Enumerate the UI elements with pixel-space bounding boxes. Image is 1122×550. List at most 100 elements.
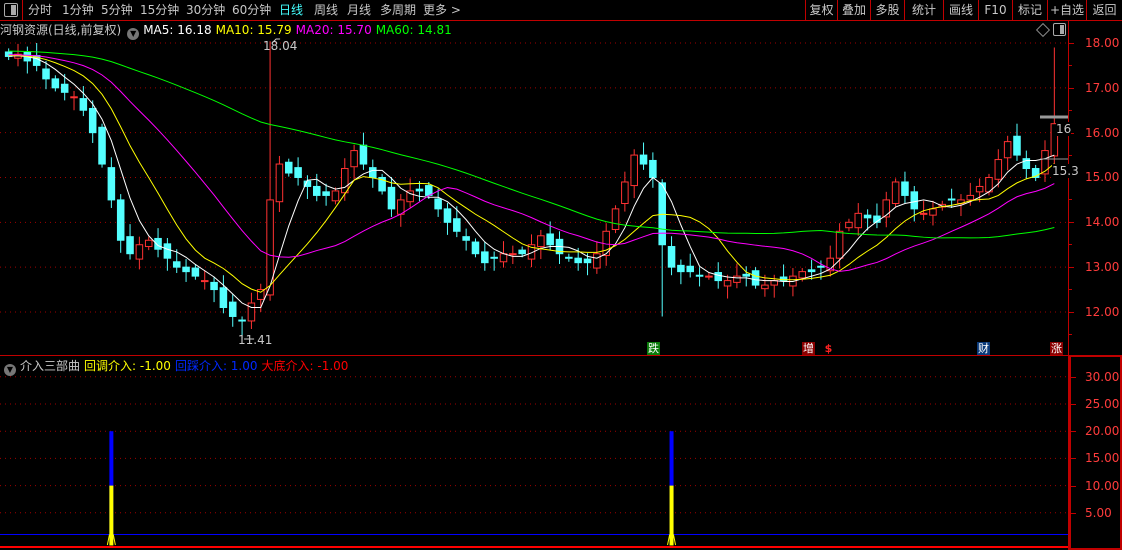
- indicator-tick-label: 30.00: [1085, 369, 1120, 384]
- candle-body: [350, 150, 358, 168]
- candle-body: [200, 280, 209, 283]
- candle-body: [714, 272, 722, 282]
- candle-body: [751, 270, 760, 286]
- ma60-line: [8, 50, 1055, 239]
- candle-body: [1041, 150, 1049, 175]
- candle-body: [415, 188, 424, 192]
- price-tick-label: 17.00: [1085, 80, 1120, 95]
- indicator-tick: [1071, 431, 1076, 433]
- indicator-axis: 30.00 25.00 20.00 15.00 10.00 5.00: [1069, 355, 1122, 550]
- candle-body: [331, 190, 340, 202]
- candle-body: [266, 199, 274, 296]
- candle-body: [341, 168, 349, 194]
- indicator-tick-label: 25.00: [1085, 397, 1120, 411]
- candle-body: [798, 271, 807, 279]
- price-tick: [1069, 43, 1074, 44]
- price-tick-label: 14.00: [1085, 215, 1120, 230]
- indicator-tick: [1071, 376, 1076, 378]
- candle-body: [630, 154, 638, 187]
- candle-body: [966, 194, 975, 201]
- price-tick-label: 12.00: [1085, 304, 1120, 319]
- candle-body: [228, 301, 237, 317]
- candle-body: [60, 83, 69, 93]
- indicator-tick: [1071, 404, 1076, 405]
- price-tick-label: 18.00: [1085, 36, 1120, 50]
- candle-body: [733, 275, 741, 283]
- candle-body: [994, 159, 1003, 180]
- price-tick-label: 13.00: [1085, 260, 1120, 275]
- series-huitiao: 回调介入: -1.00: [84, 359, 171, 373]
- candle-body: [929, 208, 937, 216]
- candle-body: [144, 239, 153, 248]
- candle-body: [975, 185, 984, 193]
- candle-body: [723, 280, 732, 287]
- candle-body: [835, 230, 844, 259]
- huitiao-bar: [669, 485, 674, 546]
- toolbar-button-8[interactable]: 返回: [1086, 0, 1122, 20]
- candle-body: [742, 273, 751, 277]
- panel-divider[interactable]: [0, 355, 1070, 356]
- price-tick: [1069, 267, 1074, 269]
- candle-body: [1003, 141, 1012, 159]
- indicator-tick: [1071, 458, 1076, 460]
- candle-body: [882, 199, 891, 218]
- marker-dollar[interactable]: $: [822, 342, 835, 355]
- price-minor-tick: [1069, 333, 1072, 335]
- candle-body: [443, 208, 452, 223]
- candle-body: [462, 236, 470, 241]
- candle-body: [163, 243, 172, 259]
- candle-body: [247, 302, 256, 322]
- candle-body: [70, 96, 78, 99]
- indicator-tick-label: 5.00: [1085, 505, 1112, 520]
- candle-body: [807, 269, 816, 273]
- candle-body: [667, 246, 676, 268]
- price-minor-tick: [1069, 65, 1072, 66]
- candle-body: [219, 287, 228, 308]
- indicator-name: 介入三部曲: [20, 359, 81, 373]
- price-chart[interactable]: [0, 0, 1068, 550]
- candle-body: [863, 214, 872, 219]
- indicator-tick: [1071, 485, 1076, 487]
- candle-body: [453, 218, 461, 232]
- candle-body: [910, 191, 919, 210]
- candle-body: [126, 236, 134, 255]
- candle-body: [537, 235, 545, 248]
- candle-body: [901, 181, 909, 196]
- marker-increase[interactable]: 增: [802, 342, 815, 355]
- price-minor-tick: [1069, 199, 1072, 201]
- candle-body: [649, 159, 657, 178]
- candle-body: [611, 208, 620, 230]
- price-minor-tick: [1069, 154, 1072, 156]
- marker-rise[interactable]: 涨: [1050, 342, 1063, 355]
- candle-body: [322, 191, 330, 196]
- candle-body: [51, 78, 60, 89]
- candle-body: [238, 319, 246, 322]
- huitiao-bar: [109, 485, 114, 546]
- candle-body: [312, 185, 321, 196]
- last-low-label: 15.3: [1052, 164, 1079, 178]
- candle-body: [695, 274, 704, 277]
- candle-body: [621, 181, 629, 204]
- candle-body: [574, 257, 582, 264]
- candle-body: [565, 256, 573, 259]
- candle-body: [705, 275, 713, 278]
- price-minor-tick: [1069, 289, 1072, 291]
- candle-body: [210, 281, 218, 291]
- candle-body: [359, 144, 368, 165]
- indicator-tick-label: 20.00: [1085, 424, 1120, 439]
- candle-body: [583, 258, 592, 264]
- candle-body: [79, 98, 88, 111]
- marker-finance[interactable]: 财: [977, 342, 990, 355]
- candle-body: [499, 253, 508, 263]
- candle-body: [1013, 135, 1021, 156]
- candle-body: [947, 198, 956, 201]
- indicator-tick-label: 10.00: [1085, 478, 1120, 493]
- marker-fall[interactable]: 跌: [647, 342, 660, 355]
- indicator-tick-label: 15.00: [1085, 451, 1120, 466]
- series-dadi: 大底介入: -1.00: [261, 359, 349, 373]
- price-tick-label: 16.00: [1085, 125, 1120, 140]
- candle-body: [135, 244, 144, 260]
- low-price-label: 11.41: [238, 333, 273, 347]
- chevron-down-icon[interactable]: ▼: [4, 364, 16, 376]
- candle-body: [284, 161, 293, 174]
